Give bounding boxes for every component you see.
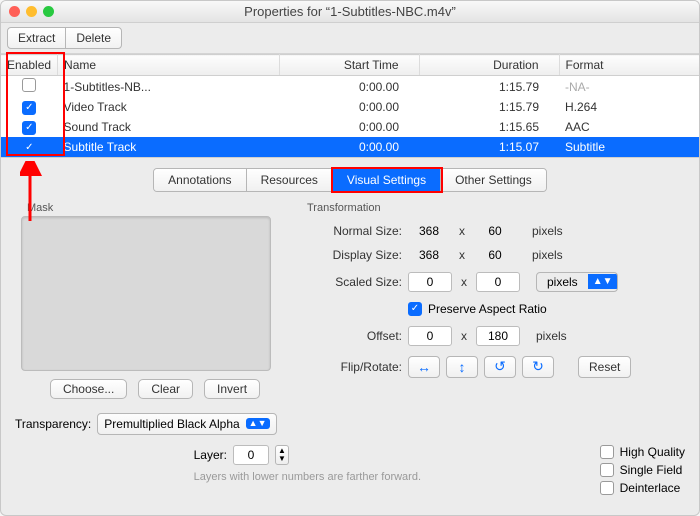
- col-enabled[interactable]: Enabled: [1, 55, 58, 76]
- clear-button[interactable]: Clear: [138, 379, 193, 399]
- track-name: Sound Track: [58, 117, 279, 137]
- updown-icon: ▲▼: [588, 274, 618, 289]
- tab-other-settings[interactable]: Other Settings: [441, 169, 546, 191]
- deinterlace-checkbox[interactable]: Deinterlace: [600, 481, 685, 495]
- col-duration[interactable]: Duration: [419, 55, 559, 76]
- track-start: 0:00.00: [279, 76, 419, 98]
- offset-label: Offset:: [307, 329, 402, 343]
- layer-input[interactable]: 0: [233, 445, 269, 465]
- high-quality-checkbox[interactable]: High Quality: [600, 445, 685, 459]
- enabled-checkbox[interactable]: ✓: [22, 101, 36, 115]
- transformation-label: Transformation: [307, 202, 685, 214]
- scaled-height-input[interactable]: 0: [476, 272, 520, 292]
- track-format: Subtitle: [559, 137, 699, 157]
- titlebar: Properties for “1-Subtitles-NBC.m4v”: [1, 1, 699, 23]
- invert-button[interactable]: Invert: [204, 379, 260, 399]
- properties-window: Properties for “1-Subtitles-NBC.m4v” Ext…: [0, 0, 700, 516]
- mask-label: Mask: [27, 202, 295, 214]
- offset-x-input[interactable]: 0: [408, 326, 452, 346]
- tracks-table: Enabled Name Start Time Duration Format …: [1, 54, 699, 158]
- scaled-width-input[interactable]: 0: [408, 272, 452, 292]
- scaled-size-label: Scaled Size:: [307, 275, 402, 289]
- normal-width: 368: [408, 224, 450, 238]
- preserve-aspect-checkbox[interactable]: ✓ Preserve Aspect Ratio: [408, 302, 547, 316]
- display-width: 368: [408, 248, 450, 262]
- track-format: H.264: [559, 97, 699, 117]
- track-duration: 1:15.65: [419, 117, 559, 137]
- delete-button[interactable]: Delete: [65, 27, 122, 49]
- tab-visual-settings[interactable]: Visual Settings: [333, 169, 441, 191]
- tab-annotations[interactable]: Annotations: [154, 169, 246, 191]
- table-row[interactable]: ✓ Sound Track0:00.001:15.65AAC: [1, 117, 699, 137]
- track-name: 1-Subtitles-NB...: [58, 76, 279, 98]
- track-start: 0:00.00: [279, 97, 419, 117]
- mask-preview[interactable]: [21, 216, 271, 371]
- tab-resources[interactable]: Resources: [247, 169, 333, 191]
- table-row[interactable]: ✓ Video Track0:00.001:15.79H.264: [1, 97, 699, 117]
- layer-stepper[interactable]: ▲▼: [275, 445, 289, 465]
- updown-icon: ▲▼: [246, 418, 270, 429]
- transformation-panel: Transformation Normal Size: 368 x 60 pix…: [307, 202, 685, 435]
- flip-rotate-label: Flip/Rotate:: [307, 360, 402, 374]
- track-start: 0:00.00: [279, 117, 419, 137]
- track-duration: 1:15.79: [419, 76, 559, 98]
- enabled-checkbox[interactable]: [22, 78, 36, 92]
- track-format: AAC: [559, 117, 699, 137]
- table-row[interactable]: 1-Subtitles-NB...0:00.001:15.79-NA-: [1, 76, 699, 98]
- enabled-checkbox[interactable]: ✓: [22, 141, 36, 155]
- track-format: -NA-: [559, 76, 699, 98]
- layer-hint: Layers with lower numbers are farther fo…: [194, 471, 421, 483]
- extract-button[interactable]: Extract: [7, 27, 66, 49]
- flip-vertical-button[interactable]: ↕: [446, 356, 478, 378]
- window-title: Properties for “1-Subtitles-NBC.m4v”: [1, 4, 699, 19]
- transparency-value: Premultiplied Black Alpha: [104, 417, 239, 431]
- display-height: 60: [474, 248, 516, 262]
- layer-label: Layer:: [194, 448, 227, 462]
- display-size-label: Display Size:: [307, 248, 402, 262]
- col-format[interactable]: Format: [559, 55, 699, 76]
- col-name[interactable]: Name: [58, 55, 279, 76]
- track-duration: 1:15.07: [419, 137, 559, 157]
- track-name: Subtitle Track: [58, 137, 279, 157]
- scaled-unit-select[interactable]: pixels ▲▼: [536, 272, 618, 292]
- track-duration: 1:15.79: [419, 97, 559, 117]
- offset-y-input[interactable]: 180: [476, 326, 520, 346]
- choose-button[interactable]: Choose...: [50, 379, 127, 399]
- track-start: 0:00.00: [279, 137, 419, 157]
- enabled-checkbox[interactable]: ✓: [22, 121, 36, 135]
- toolbar: Extract Delete: [1, 23, 699, 54]
- flip-horizontal-button[interactable]: ↔: [408, 356, 440, 378]
- table-row[interactable]: ✓ Subtitle Track0:00.001:15.07Subtitle: [1, 137, 699, 157]
- transparency-select[interactable]: Premultiplied Black Alpha ▲▼: [97, 413, 276, 435]
- rotate-cw-button[interactable]: ↻: [522, 356, 554, 378]
- normal-height: 60: [474, 224, 516, 238]
- tabs: Annotations Resources Visual Settings Ot…: [1, 158, 699, 198]
- single-field-checkbox[interactable]: Single Field: [600, 463, 685, 477]
- col-start[interactable]: Start Time: [279, 55, 419, 76]
- rotate-ccw-button[interactable]: ↺: [484, 356, 516, 378]
- mask-panel: Mask Choose... Clear Invert Transparency…: [15, 202, 295, 435]
- track-name: Video Track: [58, 97, 279, 117]
- reset-button[interactable]: Reset: [578, 356, 631, 378]
- checkbox-on-icon: ✓: [408, 302, 422, 316]
- transparency-label: Transparency:: [15, 417, 91, 431]
- normal-size-label: Normal Size:: [307, 224, 402, 238]
